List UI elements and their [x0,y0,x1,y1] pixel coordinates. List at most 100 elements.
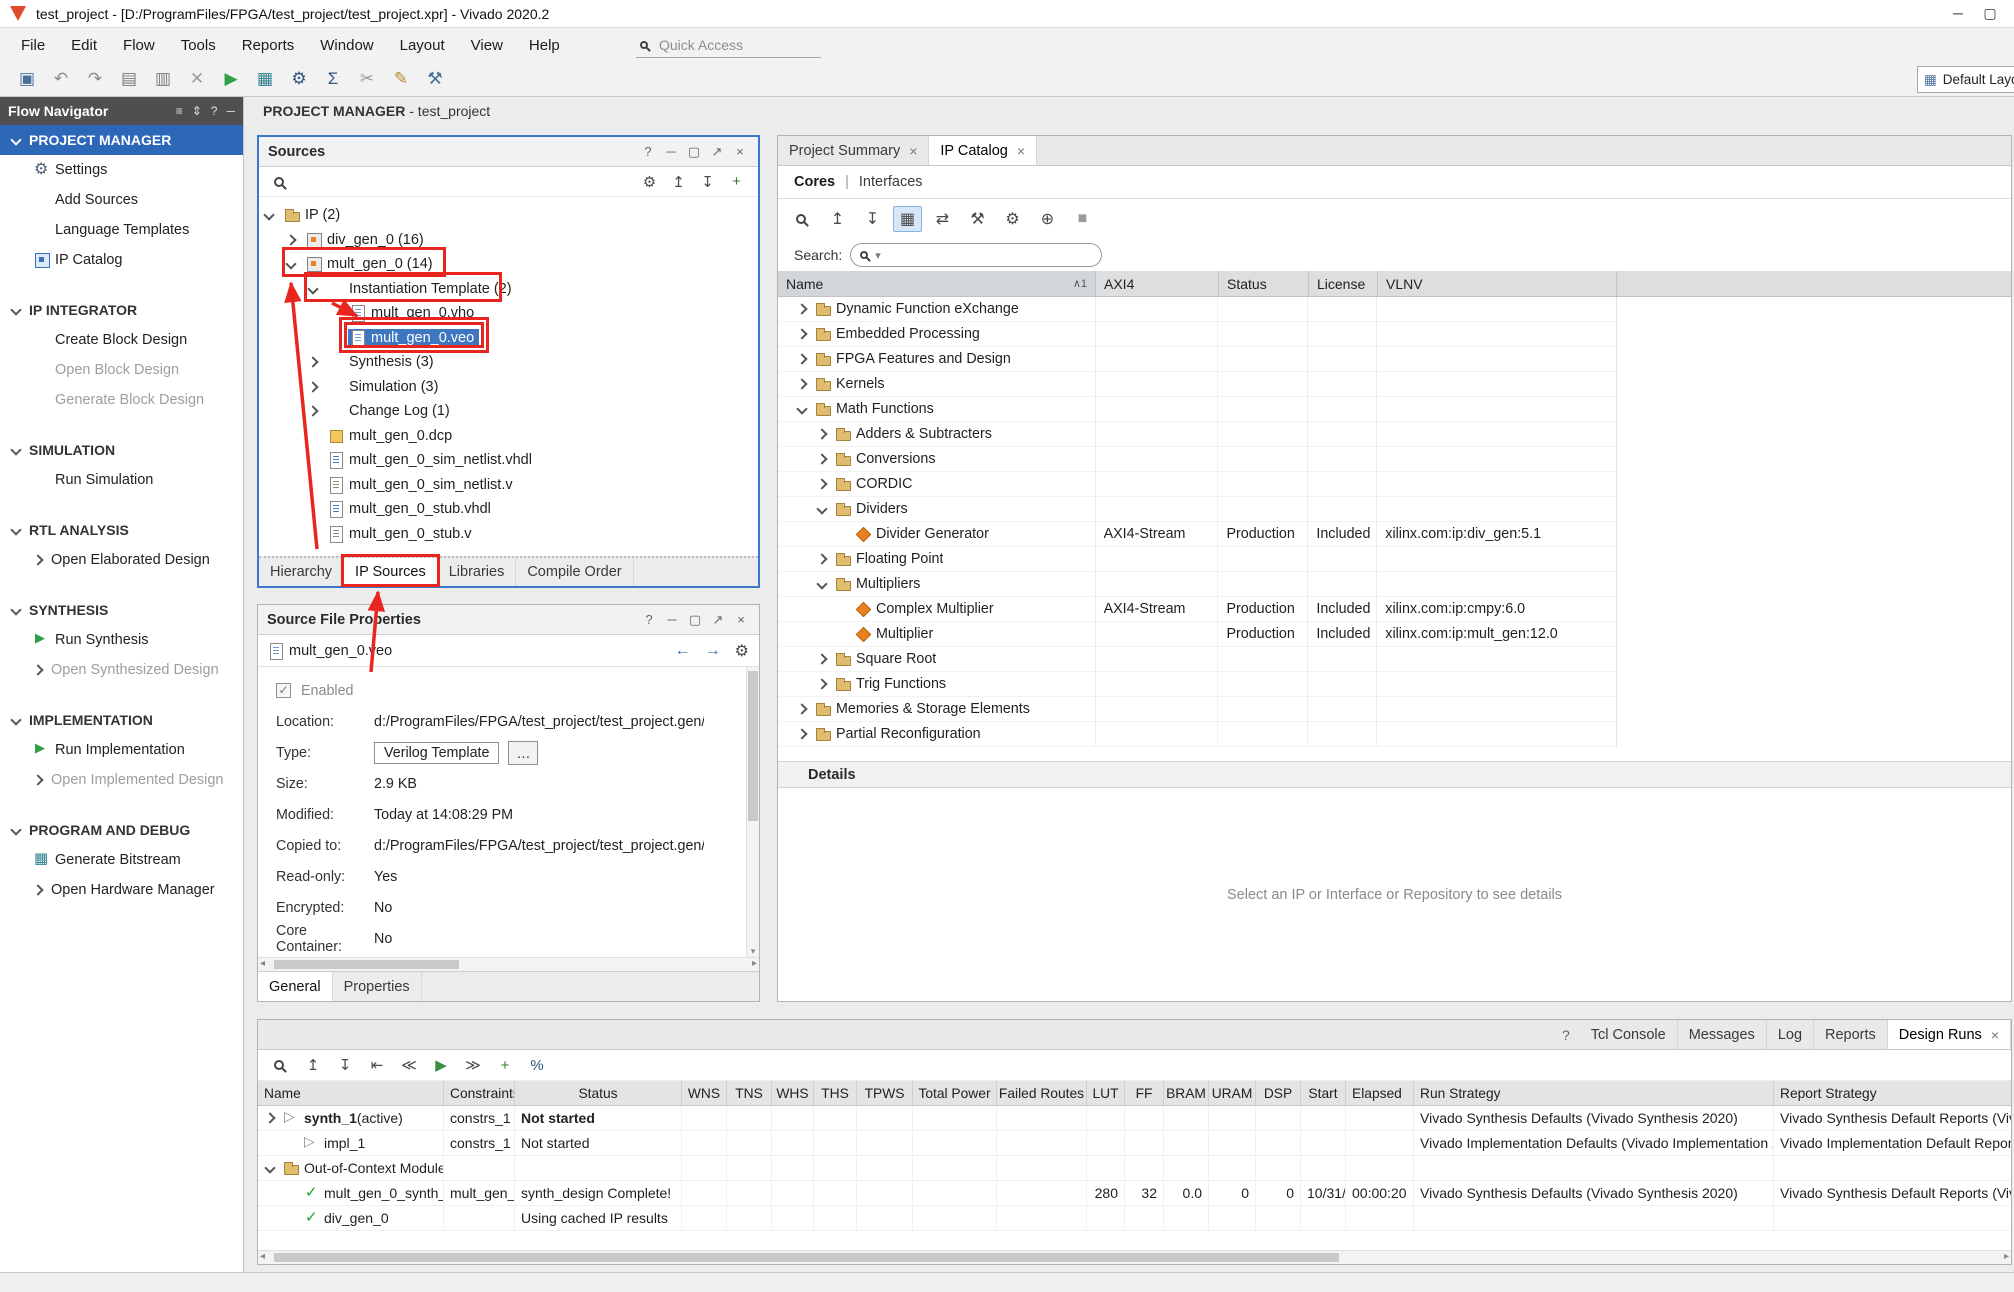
flow-navigator-item[interactable]: Create Block Design [0,325,243,355]
close-panel-icon[interactable]: × [732,612,750,628]
ip-catalog-row[interactable]: Trig Functions [778,672,1616,697]
source-tree-item[interactable]: Change Log (1) [259,399,758,424]
chevron-icon[interactable] [816,453,827,464]
dock-icon[interactable]: ≡ [176,104,183,118]
scroll-right-icon[interactable]: ▸ [2004,1251,2009,1262]
sum-icon[interactable]: Σ [316,66,350,92]
close-tab-icon[interactable]: × [909,143,917,159]
column-header-axi4[interactable]: AXI4 [1096,271,1219,296]
column-header[interactable]: Status [515,1081,682,1105]
design-run-row[interactable]: impl_1 constrs_1 Not started [258,1131,2011,1156]
horizontal-scrollbar[interactable]: ◂ ▸ [258,1250,2011,1264]
expand-all-icon[interactable]: ↧ [330,1052,360,1078]
browse-button[interactable]: … [508,741,538,765]
ip-catalog-row[interactable]: Dividers [778,497,1616,522]
flow-navigator-item[interactable]: Open Synthesized Design [0,655,243,685]
help-icon[interactable]: ? [639,144,657,160]
collapse-all-icon[interactable]: ↥ [298,1052,328,1078]
expand-all-icon[interactable]: ↧ [858,206,887,232]
flow-navigator-item[interactable]: PROGRAM AND DEBUG [0,815,243,845]
menu-item[interactable]: View [458,28,516,62]
ip-catalog-row[interactable]: Divider Generator AXI4-Stream Production… [778,522,1616,547]
create-run-icon[interactable]: + [490,1052,520,1078]
go-to-start-icon[interactable]: ⇤ [362,1052,392,1078]
source-tree-item[interactable]: mult_gen_0_stub.v [259,522,758,547]
source-tree-item[interactable]: mult_gen_0_sim_netlist.vhdl [259,448,758,473]
step-forward-icon[interactable]: ≫ [458,1052,488,1078]
chevron-icon[interactable] [307,357,318,368]
minimize-panel-icon[interactable]: ─ [663,612,681,628]
settings-gear-icon[interactable]: ⚙ [735,641,749,661]
flow-navigator-item[interactable]: Open Hardware Manager [0,875,243,905]
copy-icon[interactable]: ▥ [146,66,180,92]
chevron-icon[interactable] [285,259,296,270]
column-header[interactable]: Run Strategy [1414,1081,1774,1105]
flow-navigator-item[interactable]: Open Elaborated Design [0,545,243,575]
ip-catalog-row[interactable]: Conversions [778,447,1616,472]
source-tree-item[interactable]: mult_gen_0.veo [259,326,758,351]
bottom-tab[interactable]: Reports × [1814,1020,1888,1049]
column-header[interactable]: Report Strategy [1774,1081,2011,1105]
menu-item[interactable]: Window [307,28,386,62]
tab[interactable]: Compile Order [516,558,633,586]
chevron-icon[interactable] [307,381,318,392]
chevron-icon[interactable] [307,283,318,294]
column-header[interactable]: BRAM [1164,1081,1209,1105]
column-header-status[interactable]: Status [1219,271,1309,296]
ip-catalog-row[interactable]: Embedded Processing [778,322,1616,347]
maximize-window-icon[interactable]: ▢ [1976,5,2004,22]
column-header[interactable]: WHS [772,1081,814,1105]
layout-selector[interactable]: ▦ Default Layout [1917,66,2014,93]
float-panel-icon[interactable]: ↗ [709,612,727,628]
edit-icon[interactable]: ✎ [384,66,418,92]
design-run-row[interactable]: div_gen_0 Using cached IP results [258,1206,2011,1231]
maximize-panel-icon[interactable]: ▢ [685,144,703,160]
help-icon[interactable]: ? [1562,1027,1570,1043]
chevron-icon[interactable] [796,703,807,714]
column-header[interactable]: WNS [682,1081,727,1105]
column-header-license[interactable]: License [1309,271,1378,296]
chevron-icon[interactable] [816,478,827,489]
column-header[interactable]: TNS [727,1081,772,1105]
flow-navigator-item[interactable]: PROJECT MANAGER [0,125,243,155]
ip-catalog-row[interactable]: Complex Multiplier AXI4-Stream Productio… [778,597,1616,622]
flow-navigator-item[interactable]: Generate Block Design [0,385,243,415]
launch-runs-icon[interactable]: ▶ [426,1052,456,1078]
ip-catalog-row[interactable]: CORDIC [778,472,1616,497]
chevron-icon[interactable] [816,578,827,589]
tab[interactable]: IP Sources [344,558,438,586]
chevron-icon[interactable] [816,428,827,439]
source-tree-item[interactable]: mult_gen_0_sim_netlist.v [259,473,758,498]
ip-catalog-row[interactable]: Dynamic Function eXchange [778,297,1616,322]
close-tab-icon[interactable]: × [1017,143,1025,159]
undo-icon[interactable]: ↶ [44,66,78,92]
chevron-icon[interactable] [285,234,296,245]
close-panel-icon[interactable]: × [731,144,749,160]
column-header[interactable]: Failed Routes [997,1081,1087,1105]
add-repository-icon[interactable]: ⊕ [1033,206,1062,232]
menu-item[interactable]: Flow [110,28,168,62]
add-sources-icon[interactable]: + [723,169,750,195]
source-tree-item[interactable]: Instantiation Template (2) [259,277,758,302]
chevron-icon[interactable] [816,503,827,514]
ip-catalog-row[interactable]: Square Root [778,647,1616,672]
settings-gear-icon[interactable]: ⚙ [636,169,663,195]
ip-catalog-row[interactable]: Memories & Storage Elements [778,697,1616,722]
ip-catalog-row[interactable]: Adders & Subtracters [778,422,1616,447]
flow-navigator-item[interactable]: SYNTHESIS [0,595,243,625]
quick-access-search[interactable]: Quick Access [636,32,821,58]
ip-catalog-row[interactable]: Floating Point [778,547,1616,572]
run-icon[interactable]: ▶ [214,66,248,92]
ip-catalog-row[interactable]: FPGA Features and Design [778,347,1616,372]
minimize-icon[interactable]: ─ [226,104,235,118]
percent-icon[interactable]: % [522,1052,552,1078]
scroll-left-icon[interactable]: ◂ [260,1251,265,1262]
scroll-right-icon[interactable]: ▸ [752,958,757,969]
chevron-icon[interactable] [796,403,807,414]
menu-item[interactable]: Help [516,28,573,62]
bottom-tab[interactable]: Log × [1767,1020,1814,1049]
subtab-interfaces[interactable]: Interfaces [859,174,923,190]
settings-gear-icon[interactable]: ⚙ [998,206,1027,232]
column-header[interactable]: Name [258,1081,444,1105]
bottom-tab[interactable]: Design Runs × [1888,1020,2011,1049]
